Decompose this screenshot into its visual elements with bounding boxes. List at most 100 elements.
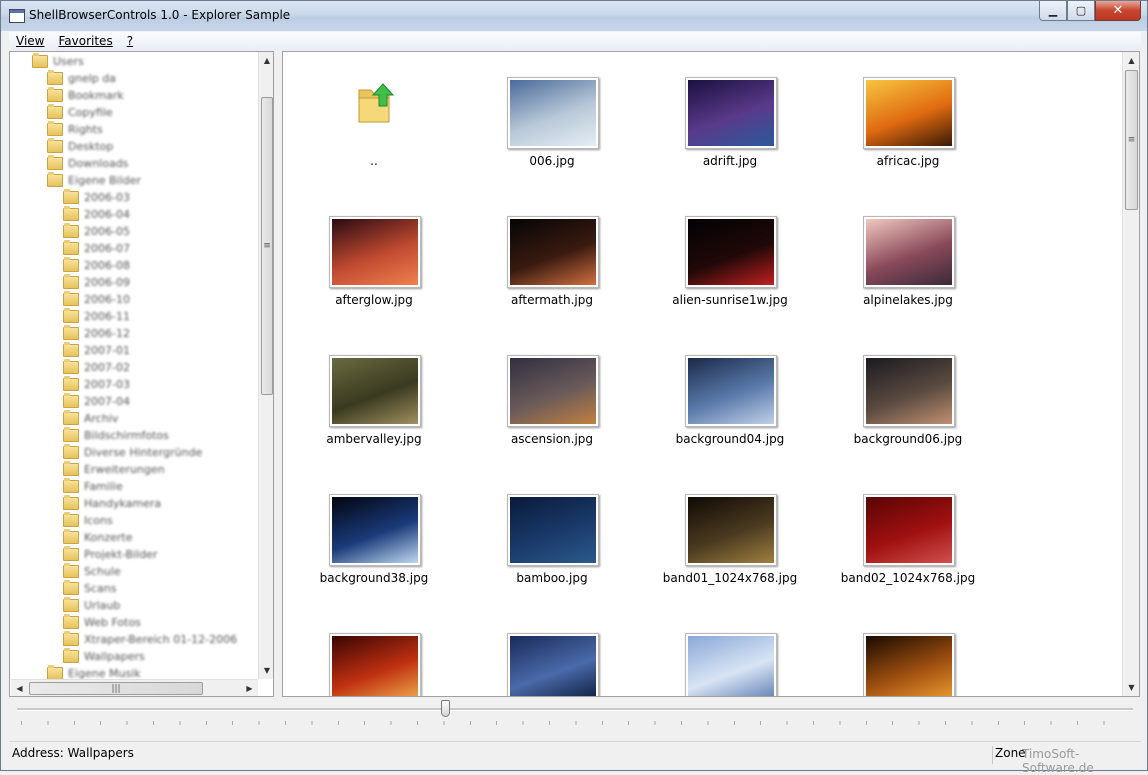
tree-node[interactable]: Downloads	[47, 155, 128, 172]
menu-view[interactable]: View	[9, 34, 51, 48]
file-item[interactable]: aftermath.jpg	[463, 191, 641, 330]
tree-node[interactable]: 2007-04	[63, 393, 130, 410]
thumbnail-image	[688, 636, 774, 696]
scroll-left-arrow-icon[interactable]: ◀	[11, 680, 28, 696]
tree-node[interactable]: Handykamera	[63, 495, 161, 512]
scroll-down-arrow-icon[interactable]: ▼	[259, 662, 273, 679]
tree-node-label: Web Fotos	[84, 616, 141, 629]
tree-node-label: 2006-12	[84, 327, 130, 340]
tree-node-label: Handykamera	[84, 497, 162, 510]
minimize-button[interactable]: ▁	[1039, 1, 1067, 21]
tree-node[interactable]: 2006-08	[63, 257, 130, 274]
tree-node[interactable]: Projekt-Bilder	[63, 546, 157, 563]
tree-node[interactable]: Bookmark	[47, 87, 124, 104]
tree-node[interactable]: 2006-03	[63, 189, 130, 206]
thumbnail-frame	[685, 77, 777, 149]
tree-node-label: Downloads	[68, 157, 129, 170]
file-item[interactable]: background06.jpg	[819, 330, 997, 469]
tree-node[interactable]: 2007-01	[63, 342, 130, 359]
tree-node[interactable]: Archiv	[63, 410, 118, 427]
tree-node[interactable]: Urlaub	[63, 597, 120, 614]
folder-icon	[47, 155, 63, 170]
tree-node[interactable]: Familie	[63, 478, 123, 495]
folder-tree[interactable]: Users gnelp da Bookmark Copyfile Rights Deskt…	[9, 51, 274, 697]
scroll-down-arrow-icon[interactable]: ▼	[1123, 679, 1139, 696]
folder-icon	[63, 546, 79, 561]
tree-node-label: Bookmark	[68, 89, 124, 102]
tree-scroll-thumb[interactable]: ≡	[261, 97, 273, 395]
scroll-up-arrow-icon[interactable]: ▲	[259, 52, 273, 69]
tree-node[interactable]: 2007-02	[63, 359, 130, 376]
tree-node[interactable]: Eigene Bilder	[47, 172, 141, 189]
file-item[interactable]: band02_1024x768.jpg	[819, 469, 997, 608]
file-item[interactable]: adrift.jpg	[641, 52, 819, 191]
file-item[interactable]	[819, 608, 997, 696]
tree-node[interactable]: Scans	[63, 580, 116, 597]
tree-node[interactable]: 2006-07	[63, 240, 130, 257]
thumbnail-image	[510, 636, 596, 696]
tree-hscroll-thumb[interactable]: |||	[29, 682, 203, 695]
file-list[interactable]: .. 006.jpg adrift.jpg africac.jpg afterglow.…	[282, 51, 1140, 697]
tree-horizontal-scrollbar[interactable]: ◀ ||| ▶	[11, 679, 258, 696]
tree-node[interactable]: Wallpapers	[63, 648, 145, 665]
folder-icon	[47, 70, 63, 85]
parent-folder-item[interactable]: ..	[285, 52, 463, 191]
file-item[interactable]	[641, 608, 819, 696]
file-item[interactable]: alien-sunrise1w.jpg	[641, 191, 819, 330]
tree-node[interactable]: Eigene Musik	[47, 665, 141, 680]
tree-node[interactable]: Bildschirmfotos	[63, 427, 169, 444]
tree-node[interactable]: Diverse Hintergründe	[63, 444, 202, 461]
file-item[interactable]: africac.jpg	[819, 52, 997, 191]
tree-node[interactable]: Web Fotos	[63, 614, 141, 631]
file-name: afterglow.jpg	[335, 293, 413, 307]
menu-favorites[interactable]: Favorites	[51, 34, 119, 48]
folder-icon	[63, 631, 79, 646]
file-item[interactable]: ambervalley.jpg	[285, 330, 463, 469]
tree-node[interactable]: Schule	[63, 563, 121, 580]
file-item[interactable]: ascension.jpg	[463, 330, 641, 469]
scroll-up-arrow-icon[interactable]: ▲	[1123, 52, 1139, 69]
slider-ticks	[21, 721, 1129, 725]
list-scroll-thumb[interactable]: ≡	[1125, 70, 1138, 210]
folder-icon	[47, 121, 63, 136]
file-item[interactable]	[463, 608, 641, 696]
slider-thumb[interactable]	[441, 700, 450, 717]
tree-node[interactable]: Konzerte	[63, 529, 133, 546]
list-vertical-scrollbar[interactable]: ▲ ≡ ▼	[1122, 52, 1139, 696]
tree-node[interactable]: 2006-04	[63, 206, 130, 223]
tree-node[interactable]: 2006-12	[63, 325, 130, 342]
thumbnail-size-slider[interactable]	[9, 699, 1141, 737]
tree-node[interactable]: 2007-03	[63, 376, 130, 393]
thumbnail-image	[688, 80, 774, 146]
tree-node[interactable]: Icons	[63, 512, 113, 529]
tree-node-label: Diverse Hintergründe	[84, 446, 203, 459]
tree-node[interactable]: Xtraper-Bereich 01-12-2006	[63, 631, 237, 648]
file-item[interactable]: 006.jpg	[463, 52, 641, 191]
close-button[interactable]: ✕	[1095, 1, 1141, 21]
tree-node[interactable]: 2006-05	[63, 223, 130, 240]
file-item[interactable]	[285, 608, 463, 696]
tree-node[interactable]: Copyfile	[47, 104, 113, 121]
file-name: ..	[370, 154, 378, 168]
file-item[interactable]: alpinelakes.jpg	[819, 191, 997, 330]
file-item[interactable]: band01_1024x768.jpg	[641, 469, 819, 608]
maximize-button[interactable]: ▢	[1067, 1, 1095, 21]
tree-node[interactable]: 2006-10	[63, 291, 130, 308]
file-item[interactable]: afterglow.jpg	[285, 191, 463, 330]
scroll-right-arrow-icon[interactable]: ▶	[241, 680, 258, 696]
tree-node[interactable]: Desktop	[47, 138, 113, 155]
tree-node[interactable]: Users	[32, 53, 84, 70]
file-item[interactable]: background04.jpg	[641, 330, 819, 469]
tree-node[interactable]: Rights	[47, 121, 103, 138]
tree-node[interactable]: gnelp da	[47, 70, 116, 87]
file-item[interactable]: background38.jpg	[285, 469, 463, 608]
tree-node[interactable]: 2006-11	[63, 308, 130, 325]
tree-vertical-scrollbar[interactable]: ▲ ≡ ▼	[258, 52, 273, 679]
title-bar[interactable]: ShellBrowserControls 1.0 - Explorer Samp…	[1, 1, 1147, 31]
menu-help[interactable]: ?	[120, 34, 140, 48]
file-item[interactable]: bamboo.jpg	[463, 469, 641, 608]
tree-node[interactable]: 2006-09	[63, 274, 130, 291]
tree-node[interactable]: Erweiterungen	[63, 461, 165, 478]
file-name: aftermath.jpg	[511, 293, 593, 307]
folder-icon	[63, 648, 79, 663]
